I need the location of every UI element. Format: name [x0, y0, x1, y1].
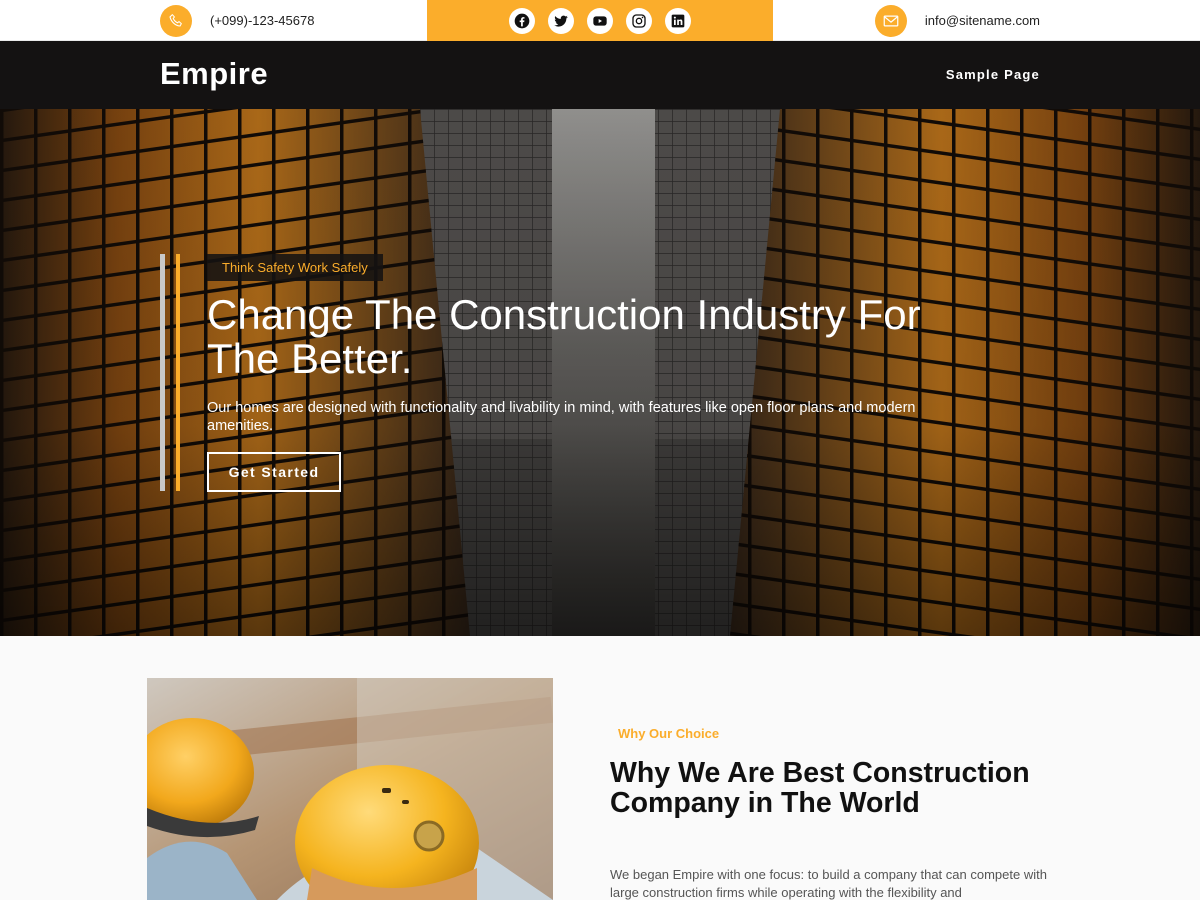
about-title: Why We Are Best Construction Company in … — [610, 757, 1030, 819]
facebook-icon[interactable] — [509, 7, 535, 34]
hero-title: Change The Construction Industry For The… — [207, 291, 921, 382]
hero-accent-bar-grey — [160, 254, 165, 491]
workers-photo — [147, 678, 553, 900]
social-links — [427, 0, 773, 41]
site-logo[interactable]: Empire — [160, 56, 268, 92]
linkedin-icon[interactable] — [665, 7, 691, 34]
phone-number: (+099)-123-45678 — [210, 13, 315, 28]
email-contact[interactable]: info@sitename.com — [874, 4, 1040, 37]
get-started-button[interactable]: Get Started — [207, 452, 341, 492]
instagram-icon[interactable] — [626, 7, 652, 34]
youtube-icon[interactable] — [587, 7, 613, 34]
phone-icon — [160, 4, 192, 37]
phone-contact[interactable]: (+099)-123-45678 — [160, 4, 314, 37]
about-text: We began Empire with one focus: to build… — [610, 867, 1047, 900]
nav-link-sample-page[interactable]: Sample Page — [946, 67, 1040, 82]
main-navigation: Empire Sample Page — [0, 41, 1200, 109]
hero-eyebrow: Think Safety Work Safely — [207, 254, 383, 281]
about-eyebrow: Why Our Choice — [618, 726, 720, 741]
top-contact-bar: (+099)-123-45678 info@sitename.com — [0, 0, 1200, 41]
hero-accent-bar-orange — [176, 254, 180, 491]
twitter-icon[interactable] — [548, 7, 574, 34]
email-address: info@sitename.com — [924, 13, 1040, 28]
hero-description: Our homes are designed with functionalit… — [207, 400, 916, 434]
envelope-icon — [874, 4, 907, 37]
hero-section: Think Safety Work Safely Change The Cons… — [0, 109, 1200, 636]
